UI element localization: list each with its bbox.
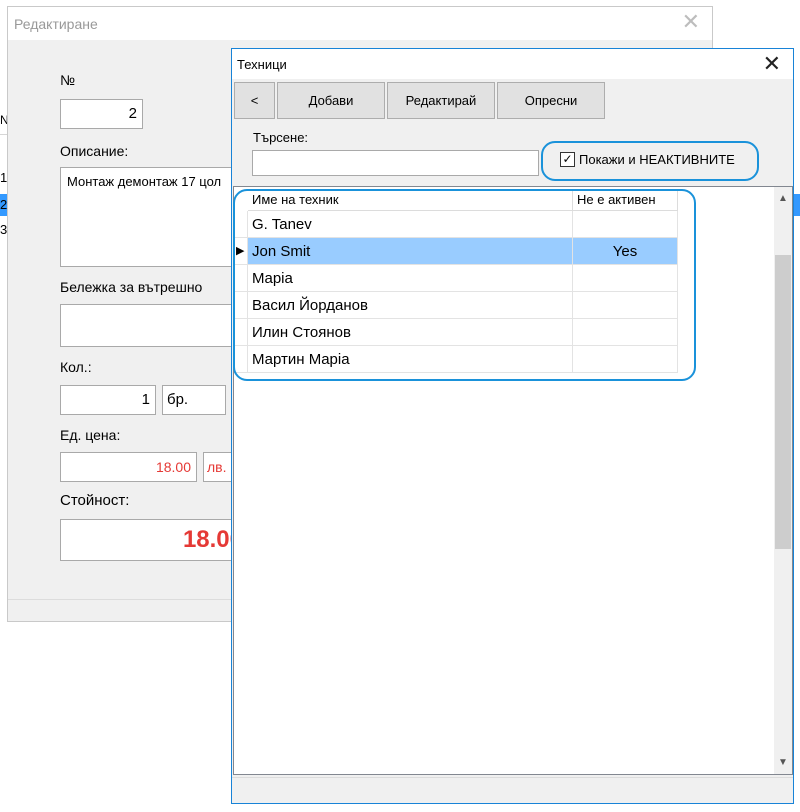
description-label: Описание: — [60, 143, 129, 159]
refresh-button[interactable]: Опресни — [497, 82, 605, 119]
total-label: Стойност: — [60, 492, 130, 509]
back-button[interactable]: < — [234, 82, 275, 119]
scroll-up-arrow-icon[interactable]: ▲ — [777, 193, 789, 204]
internal-note-label: Бележка за вътрешно — [60, 279, 203, 295]
qty-label: Кол.: — [60, 359, 92, 375]
technicians-window-titlebar: Техници ✕ — [232, 49, 793, 79]
unit-field[interactable]: бр. — [162, 385, 226, 415]
description-field[interactable]: Монтаж демонтаж 17 цол — [60, 167, 250, 267]
technicians-window: Техници ✕ < Добави Редактирай Опресни Тъ… — [231, 48, 794, 804]
scroll-down-arrow-icon[interactable]: ▼ — [777, 757, 789, 768]
total-field: 18.00 — [60, 519, 250, 561]
number-label: № — [60, 72, 76, 88]
add-button[interactable]: Добави — [277, 82, 385, 119]
annotation-highlight-checkbox — [541, 141, 759, 181]
annotation-highlight-grid — [233, 189, 696, 381]
grid-peek-row[interactable]: 1 — [0, 170, 7, 190]
grid-peek-row[interactable]: 2 — [0, 194, 7, 216]
search-input[interactable] — [252, 150, 539, 176]
qty-field[interactable]: 1 — [60, 385, 156, 415]
number-field[interactable]: 2 — [60, 99, 143, 129]
grid-peek-header: N — [0, 106, 7, 135]
currency-field[interactable]: лв. — [203, 452, 233, 482]
technicians-window-title: Техници — [237, 57, 287, 72]
technicians-status-bar — [232, 777, 793, 803]
edit-button[interactable]: Редактирай — [387, 82, 495, 119]
vertical-scrollbar[interactable]: ▲ ▼ — [774, 187, 792, 774]
grid-peek-row[interactable]: 3 — [0, 222, 7, 242]
close-icon[interactable]: ✕ — [682, 10, 700, 34]
unit-price-field[interactable]: 18.00 — [60, 452, 197, 482]
close-icon[interactable]: ✕ — [763, 51, 781, 77]
edit-window-title: Редактиране — [14, 16, 98, 32]
scrollbar-thumb[interactable] — [775, 255, 791, 549]
internal-note-field[interactable] — [60, 304, 250, 347]
unit-price-label: Ед. цена: — [60, 427, 121, 443]
edit-window-titlebar: Редактиране ✕ — [8, 7, 712, 40]
search-label: Търсене: — [253, 130, 309, 145]
